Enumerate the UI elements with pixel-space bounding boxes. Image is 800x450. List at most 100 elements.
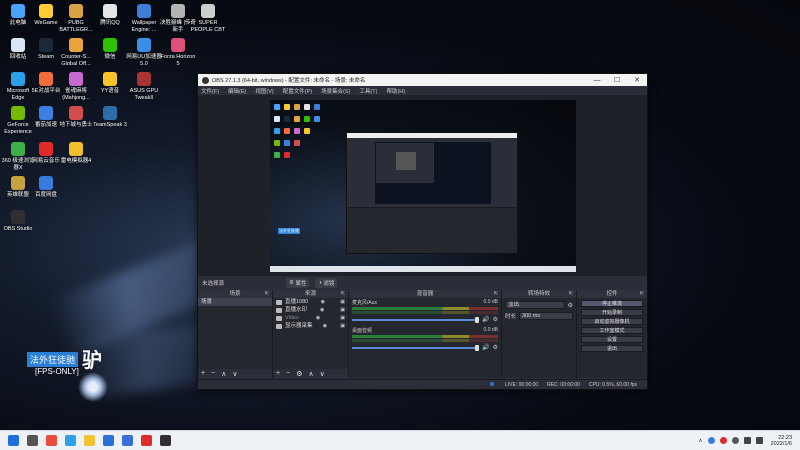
sources-dock: 来源 ⇱ 直播1080 ◉ ▣ 直播水印 ◉ ▣ Video ◉ ▣ 显示器采集… [273, 290, 349, 378]
source-item[interactable]: 显示器采集 ◉ ▣ [273, 322, 348, 330]
filters-button[interactable]: ◑ 滤镜 [315, 278, 338, 288]
properties-button[interactable]: ⚙ 属性 [286, 278, 310, 288]
menu-view[interactable]: 视图(V) [255, 87, 273, 95]
explorer-icon[interactable] [84, 435, 95, 446]
app-icon [137, 72, 151, 86]
volume-slider-knob[interactable] [475, 316, 480, 323]
preview-mini-icon [284, 140, 290, 146]
scene-item[interactable]: 场景 [198, 298, 272, 306]
close-button[interactable]: ✕ [627, 76, 647, 84]
undock-icon[interactable]: ⇱ [569, 290, 573, 298]
controls-dock: 控件 ⇱ 停止推流 开始录制 启动虚拟摄像机 工作室模式 设置 退出 [577, 290, 647, 378]
duration-input[interactable]: 300 ms [519, 312, 573, 320]
speaker-icon[interactable]: 🔊 [482, 344, 489, 351]
volume-slider-knob[interactable] [475, 344, 480, 351]
desktop-icon[interactable]: OBS Studio [0, 210, 36, 233]
lock-icon[interactable]: ▣ [340, 314, 345, 322]
preview-nested-window [376, 143, 434, 183]
source-item[interactable]: Video ◉ ▣ [273, 314, 348, 322]
sources-dock-header: 来源 ⇱ [273, 290, 348, 298]
lock-icon[interactable]: ▣ [340, 322, 345, 330]
gear-icon[interactable]: ⚙ [296, 370, 302, 378]
menu-scene-collection[interactable]: 场景集合(S) [321, 87, 350, 95]
tray-app-icon[interactable] [707, 437, 715, 444]
desktop-icon[interactable]: 腾讯QQ [92, 4, 128, 27]
preview-mini-icon [274, 152, 280, 158]
add-scene-button[interactable]: + [201, 370, 205, 377]
desktop-icon[interactable]: 地下城与勇士 [58, 106, 94, 129]
desktop-icon[interactable]: YY语音 [92, 72, 128, 95]
desktop-icon[interactable]: 雷电模拟器4 [58, 142, 94, 165]
menu-tools[interactable]: 工具(T) [359, 87, 377, 95]
store-icon[interactable] [122, 435, 133, 446]
lock-icon[interactable]: ▣ [340, 306, 345, 314]
controls-dock-header: 控件 ⇱ [577, 290, 647, 298]
maximize-button[interactable]: ☐ [607, 76, 627, 84]
mail-icon[interactable] [103, 435, 114, 446]
edge-icon[interactable] [65, 435, 76, 446]
gear-icon[interactable]: ⚙ [493, 344, 498, 351]
windows-start-icon[interactable] [8, 435, 19, 446]
lock-icon[interactable]: ▣ [340, 298, 345, 306]
eye-icon[interactable]: ◉ [316, 314, 320, 322]
move-down-icon[interactable]: ∨ [232, 370, 237, 378]
tray-app-icon[interactable] [731, 437, 739, 444]
source-item[interactable]: 直播水印 ◉ ▣ [273, 306, 348, 314]
start-recording-button[interactable]: 开始录制 [581, 309, 643, 316]
minimize-button[interactable]: — [587, 77, 607, 84]
gear-icon[interactable]: ⚙ [568, 302, 573, 309]
volume-slider[interactable] [352, 316, 480, 323]
undock-icon[interactable]: ⇱ [341, 290, 345, 298]
remove-source-button[interactable]: − [286, 370, 290, 377]
desktop-icon[interactable]: Wallpaper Engine: ... [126, 4, 162, 33]
obs-icon[interactable] [160, 435, 171, 446]
network-icon[interactable] [743, 437, 751, 444]
eye-icon[interactable]: ◉ [321, 298, 325, 306]
undock-icon[interactable]: ⇱ [640, 290, 644, 298]
app-icon [103, 72, 117, 86]
settings-button[interactable]: 设置 [581, 336, 643, 343]
transition-select[interactable]: 淡出 [505, 301, 565, 309]
desktop-icon[interactable]: SUPER PEOPLE CBT [190, 4, 226, 33]
undock-icon[interactable]: ⇱ [265, 290, 269, 298]
desktop-icon[interactable]: Forza Horizon 5 [160, 38, 196, 67]
menu-edit[interactable]: 编辑(E) [228, 87, 246, 95]
desktop-icon[interactable]: 雀魂麻将 (Mahjong... [58, 72, 94, 101]
studio-mode-button[interactable]: 工作室模式 [581, 327, 643, 334]
chrome-icon[interactable] [46, 435, 57, 446]
desktop-icon[interactable]: TeamSpeak 3 [92, 106, 128, 129]
eye-icon[interactable]: ◉ [323, 322, 327, 330]
desktop-icon[interactable]: PUBG BATTLEGR... [58, 4, 94, 33]
chevron-up-icon[interactable]: ∧ [699, 438, 703, 444]
taskbar-clock[interactable]: 22:23 2022/1/6 [771, 435, 792, 447]
volume-slider[interactable] [352, 344, 480, 351]
move-up-icon[interactable]: ∧ [221, 370, 226, 378]
move-up-icon[interactable]: ∧ [308, 370, 313, 378]
menu-profile[interactable]: 配置文件(P) [283, 87, 312, 95]
undock-icon[interactable]: ⇱ [494, 290, 498, 298]
start-virtual-camera-button[interactable]: 启动虚拟摄像机 [581, 318, 643, 325]
speaker-icon[interactable]: 🔊 [482, 316, 489, 323]
add-source-button[interactable]: + [276, 370, 280, 377]
volume-icon[interactable] [755, 437, 763, 444]
desktop-icon[interactable]: ASUS GPU TweakII [126, 72, 162, 101]
obs-titlebar[interactable]: OBS 27.1.3 (64-bit, windows) - 配置文件: 未命名… [198, 74, 647, 86]
source-item[interactable]: 直播1080 ◉ ▣ [273, 298, 348, 306]
desktop-icon[interactable]: 微信 [92, 38, 128, 61]
menu-file[interactable]: 文件(F) [201, 87, 219, 95]
stop-streaming-button[interactable]: 停止推流 [581, 300, 643, 307]
exit-button[interactable]: 退出 [581, 345, 643, 352]
desktop-icon[interactable]: Counter-S... Global Off... [58, 38, 94, 67]
netease-music-icon[interactable] [141, 435, 152, 446]
move-down-icon[interactable]: ∨ [320, 370, 325, 378]
desktop-icon[interactable]: 网易UU加速器5.0 [126, 38, 162, 67]
menu-help[interactable]: 帮助(H) [386, 87, 405, 95]
tray-app-icon[interactable] [719, 437, 727, 444]
desktop-icon-label: Forza Horizon 5 [160, 54, 196, 67]
remove-scene-button[interactable]: − [211, 370, 215, 377]
program-preview[interactable]: 法外狂徒驰 [270, 100, 576, 272]
gear-icon[interactable]: ⚙ [493, 316, 498, 323]
eye-icon[interactable]: ◉ [320, 306, 324, 314]
search-icon[interactable] [27, 435, 38, 446]
desktop-icon[interactable]: 百度网盘 [28, 176, 64, 199]
